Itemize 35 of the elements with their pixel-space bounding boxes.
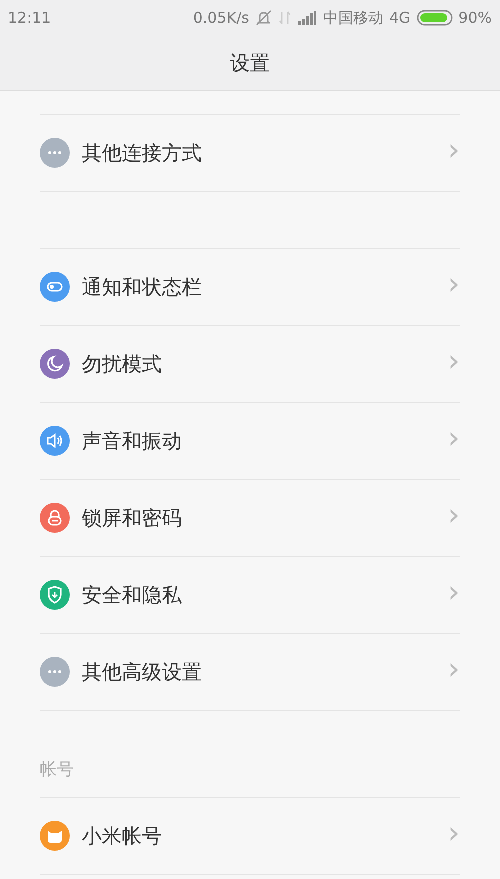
settings-row[interactable]: 锁屏和密码 › (40, 480, 460, 557)
chevron: › (448, 136, 460, 170)
row-label: 通知和状态栏 (82, 274, 203, 300)
row-label: 安全和隐私 (82, 582, 183, 608)
settings-row[interactable]: 勿扰模式 › (40, 326, 460, 403)
row-label: 其他连接方式 (82, 140, 203, 166)
settings-row[interactable]: 通知和状态栏 › (40, 249, 460, 326)
signal-icon (297, 11, 318, 25)
battery-icon (416, 10, 453, 26)
settings-row[interactable]: 安全和隐私 › (40, 557, 460, 634)
chevron: › (448, 655, 460, 689)
settings-row[interactable]: 其他高级设置 › (40, 634, 460, 711)
data-arrows-icon (279, 10, 292, 26)
clock-time: 12:11 (8, 9, 52, 27)
chevron: › (448, 578, 460, 612)
settings-row[interactable]: 其他连接方式 › (40, 115, 460, 192)
network-speed: 0.05K/s (193, 9, 250, 27)
carrier-name: 中国移动 (323, 8, 384, 28)
row-label: 勿扰模式 (82, 350, 163, 378)
chevron: › (448, 424, 460, 458)
page-title: 设置 (230, 50, 270, 76)
battery-percent: 90% (458, 9, 492, 27)
chevron: › (448, 270, 460, 304)
settings-row[interactable]: 声音和振动 › (40, 403, 460, 480)
chevron: › (448, 501, 460, 535)
row-label: 声音和振动 (82, 428, 183, 454)
row-label: 小米帐号 (82, 822, 163, 850)
chevron: › (448, 347, 460, 381)
section-header: 帐号 (40, 759, 75, 782)
row-label: 其他高级设置 (82, 658, 203, 686)
network-type: 4G (389, 9, 411, 27)
settings-row[interactable]: 小米帐号 › (40, 798, 460, 875)
muted-bell-icon (255, 10, 274, 26)
chevron: › (448, 819, 460, 853)
row-label: 锁屏和密码 (82, 504, 183, 532)
